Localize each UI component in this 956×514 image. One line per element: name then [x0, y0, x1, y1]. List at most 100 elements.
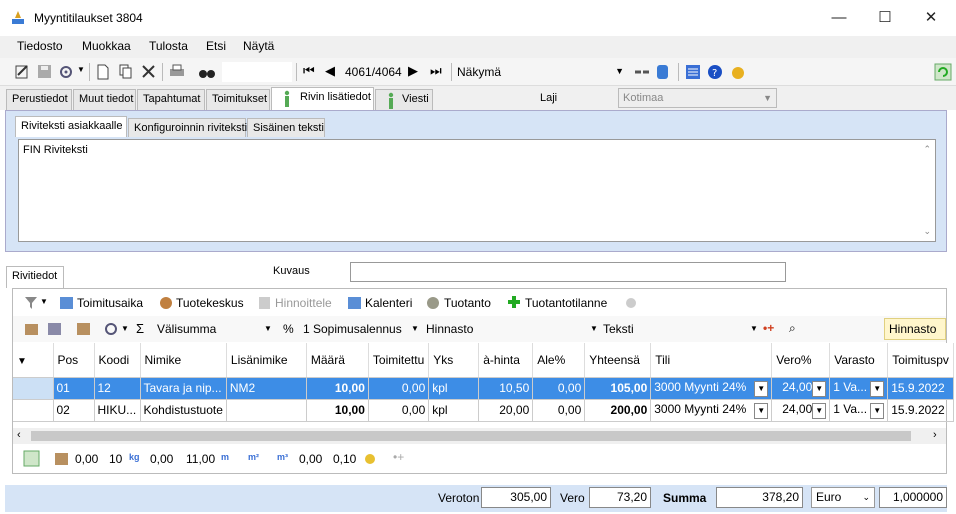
cell-tili[interactable]: 3000 Myynti 24% ▼ [650, 399, 773, 422]
add-text-icon[interactable]: •+ [763, 321, 774, 335]
filter-icon[interactable] [23, 294, 41, 312]
col-yhteensa[interactable]: Yhteensä [584, 343, 652, 378]
col-a-hinta[interactable]: à-hinta [478, 343, 534, 378]
add-icon[interactable]: •+ [393, 450, 404, 464]
scroll-left-icon[interactable]: ‹ [17, 429, 21, 441]
tuotantotilanne-button[interactable]: Tuotantotilanne [525, 296, 607, 310]
close-button[interactable]: ✕ [908, 4, 954, 32]
col-pos[interactable]: Pos [53, 343, 95, 378]
menu-nayta[interactable]: Näytä [243, 39, 274, 53]
cell-lisanimike[interactable]: NM2 [226, 377, 307, 400]
link-icon[interactable] [633, 63, 651, 81]
settings-dropdown-icon[interactable]: ▼ [121, 324, 129, 333]
col-tili[interactable]: Tili [650, 343, 773, 378]
cell-yks[interactable]: kpl [428, 377, 480, 400]
cell-toimituspv[interactable]: 15.9.2022 [887, 377, 955, 400]
menu-muokkaa[interactable]: Muokkaa [82, 39, 131, 53]
cell-maara[interactable]: 10,00 [306, 399, 369, 422]
tab-sisainen-teksti[interactable]: Sisäinen teksti [247, 118, 325, 137]
sigma-icon[interactable]: Σ [136, 321, 144, 336]
cell-pos[interactable]: 01 [53, 377, 95, 400]
scroll-up-icon[interactable]: ⌃ [923, 144, 931, 155]
next-record-icon[interactable]: ▶ [408, 63, 418, 79]
new-document-icon[interactable] [94, 63, 112, 81]
tab-tapahtumat[interactable]: Tapahtumat [137, 89, 205, 110]
copy-document-icon[interactable] [117, 63, 135, 81]
col-lisanimike[interactable]: Lisänimike [226, 343, 307, 378]
menu-tiedosto[interactable]: Tiedosto [17, 39, 63, 53]
cell-vero[interactable]: 24,00 ▼ [771, 399, 831, 422]
grid-horizontal-scrollbar[interactable]: ‹ › [13, 428, 946, 444]
varasto-dropdown-icon[interactable]: ▼ [870, 380, 885, 397]
maximize-button[interactable]: ☐ [862, 4, 908, 32]
tab-perustiedot[interactable]: Perustiedot [6, 89, 72, 110]
grid-boxes-icon[interactable] [75, 320, 93, 338]
cell-toimitettu[interactable]: 0,00 [368, 377, 430, 400]
col-maara[interactable]: Määrä [306, 343, 369, 378]
refresh-icon[interactable] [934, 63, 952, 81]
cell-nimike[interactable]: Tavara ja nip... [140, 377, 227, 400]
tab-rivin-lisatiedot[interactable]: Rivin lisätiedot [271, 87, 374, 110]
cell-koodi[interactable]: HIKU... [94, 399, 141, 422]
view-select[interactable]: ▼ [508, 62, 628, 82]
menu-tulosta[interactable]: Tulosta [149, 39, 188, 53]
col-yks[interactable]: Yks [428, 343, 480, 378]
cell-nimike[interactable]: Kohdistustuote [140, 399, 227, 422]
tuotanto-button[interactable]: Tuotanto [444, 296, 491, 310]
cell-varasto[interactable]: 1 Va... ▼ [829, 399, 889, 422]
settings-icon[interactable] [103, 320, 121, 338]
row-selector[interactable] [13, 377, 54, 400]
edit-icon[interactable] [13, 63, 31, 81]
tab-viesti[interactable]: Viesti [375, 89, 433, 110]
cell-vero[interactable]: 24,00 ▼ [771, 377, 831, 400]
tuotekeskus-button[interactable]: Tuotekeskus [176, 296, 244, 310]
cell-a-hinta[interactable]: 10,50 [478, 377, 534, 400]
vero-dropdown-icon[interactable]: ▼ [812, 402, 827, 419]
col-varasto[interactable]: Varasto [829, 343, 889, 378]
last-record-icon[interactable]: ⏭ [430, 63, 442, 79]
row-selector[interactable] [13, 399, 54, 422]
cell-koodi[interactable]: 12 [94, 377, 141, 400]
delete-icon[interactable] [140, 63, 158, 81]
cell-toimituspv[interactable]: 15.9.2022 [887, 399, 955, 422]
tili-dropdown-icon[interactable]: ▼ [754, 380, 769, 397]
col-toimitettu[interactable]: Toimitettu [368, 343, 430, 378]
help-icon[interactable]: ? [706, 63, 724, 81]
kuvaus-input[interactable] [350, 262, 786, 282]
row-menu-icon[interactable]: ▼ [17, 356, 27, 367]
tab-konfiguroinnin-riviteksti[interactable]: Konfiguroinnin riviteksti [128, 118, 247, 137]
cell-lisanimike[interactable] [226, 399, 307, 422]
cell-toimitettu[interactable]: 0,00 [368, 399, 430, 422]
settings-icon[interactable] [58, 63, 76, 81]
tab-muut-tiedot[interactable]: Muut tiedot [73, 89, 136, 110]
tool-icon[interactable] [729, 63, 747, 81]
toimitusaika-button[interactable]: Toimitusaika [77, 296, 143, 310]
production-icon[interactable] [425, 294, 443, 312]
cell-yhteensa[interactable]: 200,00 [584, 399, 652, 422]
text-select[interactable]: Teksti [603, 322, 634, 336]
col-toimituspv[interactable]: Toimituspv [887, 343, 955, 378]
exchange-rate[interactable]: 1,000000 [879, 487, 947, 508]
hinnasto-button[interactable]: Hinnasto [884, 318, 946, 340]
col-koodi[interactable]: Koodi [94, 343, 141, 378]
product-center-icon[interactable] [158, 294, 176, 312]
tili-dropdown-icon[interactable]: ▼ [754, 402, 769, 419]
kalenteri-button[interactable]: Kalenteri [365, 296, 412, 310]
save-icon[interactable] [36, 63, 54, 81]
plus-icon[interactable] [506, 294, 524, 312]
cell-yhteensa[interactable]: 105,00 [584, 377, 652, 400]
search-icon[interactable]: ⌕ [789, 321, 796, 336]
cell-yks[interactable]: kpl [428, 399, 480, 422]
tab-toimitukset[interactable]: Toimitukset [206, 89, 270, 110]
list-icon[interactable] [684, 63, 702, 81]
col-vero[interactable]: Vero% [771, 343, 831, 378]
riviteksti-textarea[interactable]: FIN Riviteksti ⌃ ⌄ [18, 139, 936, 242]
refresh-icon[interactable] [23, 450, 41, 468]
settings-dropdown-icon[interactable]: ▼ [77, 65, 85, 74]
table-row[interactable]: 02 HIKU... Kohdistustuote 10,00 0,00 kpl… [13, 399, 955, 422]
binoculars-icon[interactable] [198, 63, 216, 81]
cell-maara[interactable]: 10,00 [306, 377, 369, 400]
col-ale[interactable]: Ale% [532, 343, 586, 378]
copy-rows-icon[interactable] [46, 320, 64, 338]
cell-pos[interactable]: 02 [53, 399, 95, 422]
